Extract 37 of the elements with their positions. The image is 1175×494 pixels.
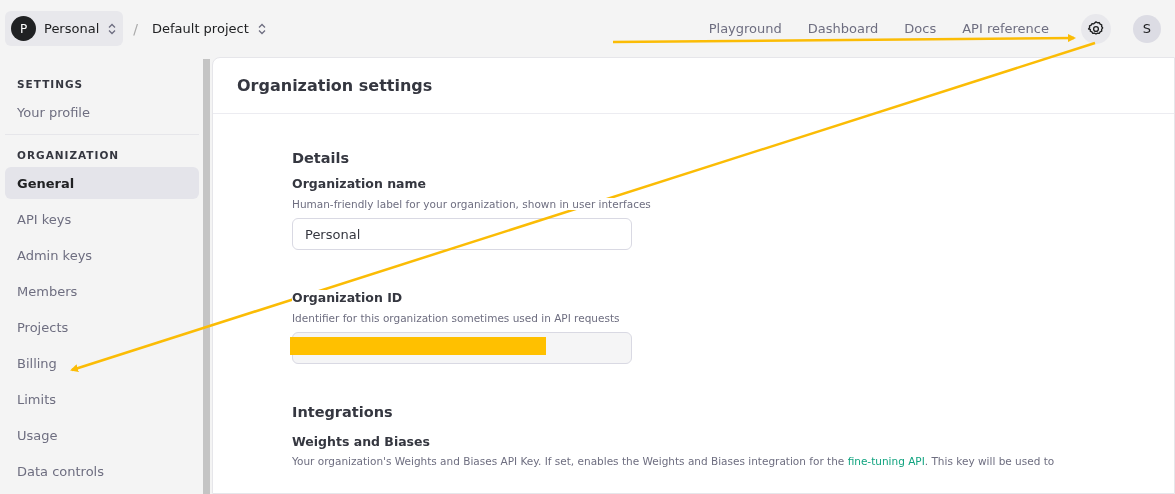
organization-switcher[interactable]: P Personal [5, 11, 124, 46]
sidebar-item[interactable]: Usage [5, 419, 199, 451]
sidebar-section-title: SETTINGS [16, 77, 85, 92]
section-heading: Integrations [292, 404, 394, 420]
integration-title: Weights and Biases [292, 434, 431, 449]
section-heading: Details [292, 150, 351, 166]
fine-tuning-link[interactable]: fine-tuning API [847, 455, 925, 467]
input-field[interactable]: Personal [292, 218, 632, 250]
breadcrumb-separator: / [133, 20, 138, 37]
page-title: Organization settings [213, 58, 1174, 114]
field-label: Organization name [292, 176, 426, 191]
sidebar-item[interactable]: Billing [5, 347, 199, 379]
sidebar-item[interactable]: Your profile [5, 96, 199, 128]
settings-icon [1087, 19, 1105, 38]
user-avatar[interactable]: S [1133, 14, 1161, 43]
sidebar-item[interactable]: General [5, 167, 199, 199]
sidebar-item[interactable]: Limits [5, 383, 199, 415]
nav-link[interactable]: Dashboard [807, 21, 879, 36]
sidebar-item[interactable]: API keys [5, 203, 199, 235]
project-switcher[interactable]: Default project [148, 17, 271, 40]
settings-button[interactable] [1081, 13, 1111, 44]
nav-link[interactable]: Playground [708, 21, 782, 36]
organization-avatar: P [11, 16, 36, 41]
scrollbar[interactable] [203, 59, 210, 494]
chevron-updown-icon [107, 22, 118, 35]
field-hint: Human-friendly label for your organization, shown in user interfaces [292, 198, 651, 210]
sidebar-item[interactable]: Members [5, 275, 199, 307]
sidebar-item[interactable]: Projects [5, 311, 199, 343]
integration-description: Your organization's Weights and Biases API Key. If set, enables the Weights and Biases integration for the fine-tuning API. This key will be used to [292, 455, 1056, 467]
sidebar-section-title: ORGANIZATION [16, 148, 121, 163]
chevron-updown-icon [256, 22, 267, 35]
sidebar-item[interactable]: Admin keys [5, 239, 199, 271]
nav-link[interactable]: Docs [904, 21, 937, 36]
sidebar-item[interactable]: Data controls [5, 455, 199, 487]
field-hint: Identifier for this organization sometimes used in API requests [292, 312, 620, 324]
field-label: Organization ID [292, 290, 403, 305]
nav-link[interactable]: API reference [962, 21, 1049, 36]
